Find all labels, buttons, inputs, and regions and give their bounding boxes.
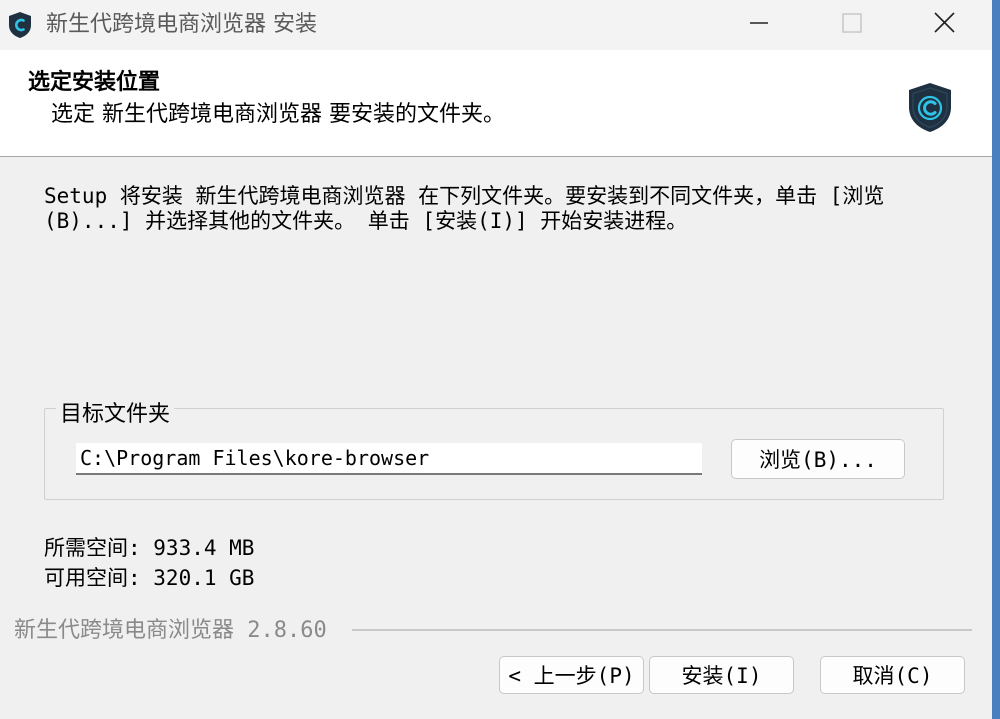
install-button[interactable]: 安装(I) [649,656,794,694]
installer-window: 新生代跨境电商浏览器 安装 选定安装位置 选定 新生代跨境电商浏览器 要安装的文… [0,0,992,719]
footer-divider [352,629,972,631]
space-required: 所需空间: 933.4 MB [44,536,255,560]
page-header: 选定安装位置 选定 新生代跨境电商浏览器 要安装的文件夹。 [0,50,992,157]
destination-path-input[interactable] [76,443,702,475]
minimize-icon[interactable] [736,0,782,46]
brand-version-label: 新生代跨境电商浏览器 2.8.60 [14,618,327,643]
title-bar[interactable]: 新生代跨境电商浏览器 安装 [0,0,992,50]
shield-c-logo-icon [909,83,951,132]
maximize-icon[interactable] [829,0,875,46]
close-icon[interactable] [921,0,967,46]
cancel-button[interactable]: 取消(C) [820,656,965,694]
window-title: 新生代跨境电商浏览器 安装 [46,12,317,37]
destination-folder-label: 目标文件夹 [56,396,175,428]
page-subtitle: 选定 新生代跨境电商浏览器 要安装的文件夹。 [44,102,505,127]
shield-c-icon [9,12,31,38]
instructions-text: Setup 将安装 新生代跨境电商浏览器 在下列文件夹。要安装到不同文件夹，单击… [44,184,885,233]
page-title: 选定安装位置 [28,70,161,95]
browse-button[interactable]: 浏览(B)... [731,439,905,479]
space-available: 可用空间: 320.1 GB [44,566,255,590]
back-button[interactable]: < 上一步(P) [499,656,644,694]
